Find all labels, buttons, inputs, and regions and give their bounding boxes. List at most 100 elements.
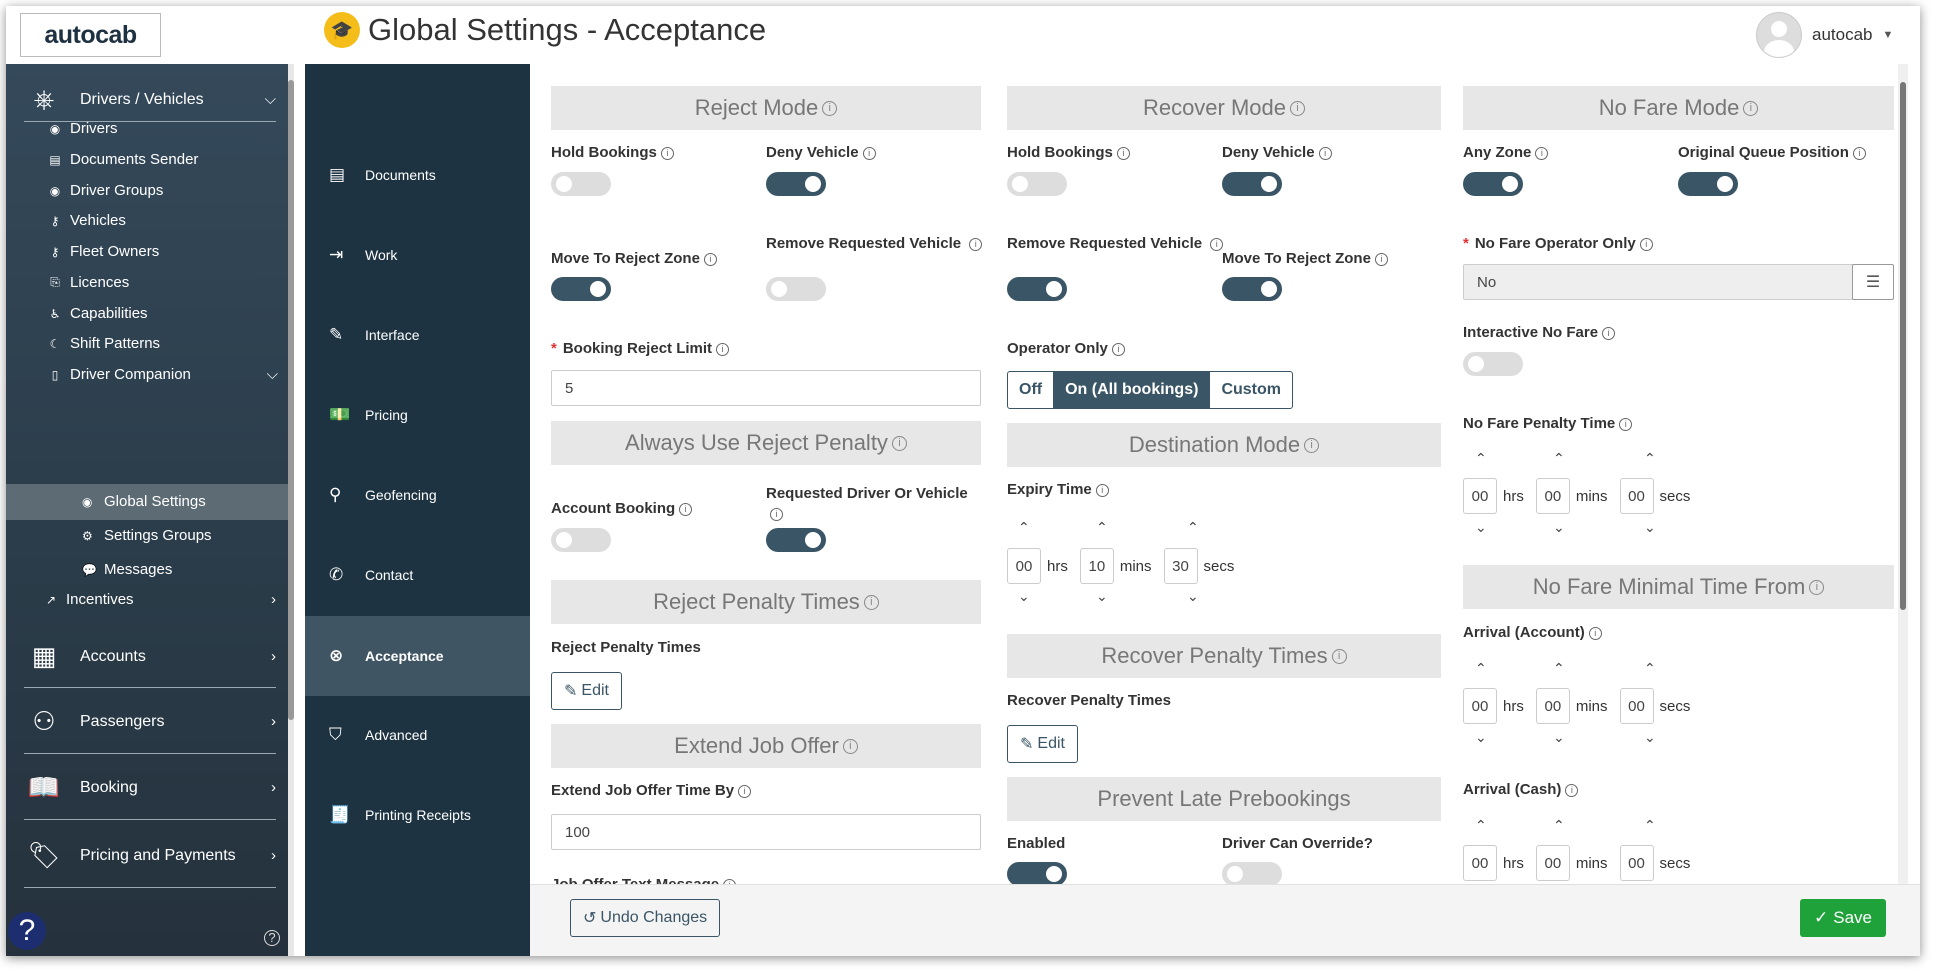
any-zone-toggle[interactable]	[1463, 172, 1523, 196]
account-booking-toggle[interactable]	[551, 528, 611, 552]
info-icon[interactable]: i	[842, 738, 858, 754]
info-icon[interactable]: i	[891, 435, 907, 451]
sidebar-item-documents-sender[interactable]: ▤ Documents Sender	[46, 151, 198, 168]
sidebar-item-drivers[interactable]: ◉ Drivers	[46, 120, 118, 137]
arrival-account-secs-down[interactable]: ⌄	[1644, 729, 1656, 746]
arrival-cash-secs-up[interactable]: ⌃	[1644, 817, 1656, 834]
info-icon[interactable]: i	[1304, 437, 1320, 453]
avatar[interactable]	[1756, 12, 1802, 58]
arrival-account-secs-up[interactable]: ⌃	[1644, 660, 1656, 677]
sidebar-item-passengers[interactable]: ⚇ Passengers ›	[24, 690, 276, 754]
chevron-right-icon[interactable]: ›	[271, 713, 276, 730]
recover-penalty-edit-button[interactable]: ✎ Edit	[1007, 725, 1078, 763]
expiry-secs-input[interactable]: 30	[1163, 548, 1198, 584]
info-icon[interactable]: i	[1290, 100, 1306, 116]
info-icon[interactable]: i	[1743, 100, 1759, 116]
info-icon[interactable]: i	[1374, 252, 1388, 266]
sidebar-item-driver-groups[interactable]: ◉ Driver Groups	[46, 182, 164, 199]
arrival-cash-hrs-up[interactable]: ⌃	[1475, 817, 1487, 834]
arrival-account-mins-up[interactable]: ⌃	[1553, 660, 1565, 677]
sidebar-item-capabilities[interactable]: ♿ Capabilities	[46, 305, 148, 322]
info-icon[interactable]: i	[738, 784, 752, 798]
recover-move-to-reject-zone-toggle[interactable]	[1222, 277, 1282, 301]
info-icon[interactable]: i	[1331, 648, 1347, 664]
arrival-account-hrs-input[interactable]: 00	[1463, 688, 1497, 724]
arrival-cash-mins-up[interactable]: ⌃	[1553, 817, 1565, 834]
info-icon[interactable]: i	[1116, 146, 1130, 160]
tab-contact[interactable]: ✆ Contact	[305, 536, 530, 614]
recover-remove-requested-vehicle-toggle[interactable]	[1007, 277, 1067, 301]
chevron-right-icon[interactable]: ›	[271, 648, 276, 665]
chevron-right-icon[interactable]: ›	[271, 779, 276, 796]
sidebar-item-settings-groups[interactable]: ⚙ Settings Groups	[82, 527, 212, 544]
nf-penalty-secs-input[interactable]: 00	[1619, 478, 1654, 514]
sidebar-item-messages[interactable]: 💬 Messages	[82, 561, 172, 578]
operator-only-on[interactable]: On (All bookings)	[1054, 372, 1211, 408]
user-menu[interactable]: autocab ▼	[1756, 12, 1893, 58]
expiry-hrs-input[interactable]: 00	[1007, 548, 1041, 584]
no-fare-operator-only-select[interactable]: No	[1463, 264, 1854, 300]
requested-driver-or-vehicle-toggle[interactable]	[766, 528, 826, 552]
expiry-hrs-up[interactable]: ⌃	[1018, 519, 1030, 536]
nf-penalty-secs-down[interactable]: ⌄	[1644, 519, 1656, 536]
reject-deny-vehicle-toggle[interactable]	[766, 172, 826, 196]
driver-can-override-toggle[interactable]	[1222, 862, 1282, 884]
arrival-account-mins-down[interactable]: ⌄	[1553, 729, 1565, 746]
arrival-account-hrs-up[interactable]: ⌃	[1475, 660, 1487, 677]
info-icon[interactable]: i	[1639, 237, 1653, 251]
expiry-mins-input[interactable]: 10	[1079, 548, 1114, 584]
sidebar-item-accounts[interactable]: ▦ Accounts ›	[24, 626, 276, 688]
question-icon[interactable]: ?	[264, 930, 280, 946]
expiry-mins-down[interactable]: ⌄	[1096, 588, 1108, 605]
autocab-logo[interactable]: autocab	[20, 13, 161, 57]
nf-penalty-hrs-up[interactable]: ⌃	[1475, 450, 1487, 467]
sidebar-item-drivers-vehicles[interactable]: ⎈ Drivers / Vehicles ⌵	[24, 78, 276, 122]
recover-deny-vehicle-toggle[interactable]	[1222, 172, 1282, 196]
tab-printing-receipts[interactable]: 🧾 Printing Receipts	[305, 776, 530, 854]
sidebar-scrollbar-thumb[interactable]	[288, 80, 294, 720]
info-icon[interactable]: i	[1095, 483, 1109, 497]
info-icon[interactable]: i	[822, 100, 838, 116]
nf-penalty-mins-up[interactable]: ⌃	[1553, 450, 1565, 467]
nf-penalty-secs-up[interactable]: ⌃	[1644, 450, 1656, 467]
original-queue-position-toggle[interactable]	[1678, 172, 1738, 196]
reject-move-to-reject-zone-toggle[interactable]	[551, 277, 611, 301]
tab-interface[interactable]: ✎ Interface	[305, 296, 530, 374]
info-icon[interactable]: i	[770, 507, 783, 521]
info-icon[interactable]: i	[1318, 146, 1332, 160]
info-icon[interactable]: i	[1809, 579, 1825, 595]
chevron-down-icon[interactable]: ⌵	[265, 91, 276, 108]
tab-advanced[interactable]: ⛉ Advanced	[305, 696, 530, 774]
nf-penalty-mins-input[interactable]: 00	[1535, 478, 1570, 514]
sidebar-scrollbar[interactable]	[288, 64, 294, 956]
info-icon[interactable]: i	[862, 146, 876, 160]
expiry-hrs-down[interactable]: ⌄	[1018, 588, 1030, 605]
operator-only-custom[interactable]: Custom	[1210, 372, 1292, 408]
info-icon[interactable]: i	[1111, 342, 1125, 356]
info-icon[interactable]: i	[969, 237, 983, 251]
expiry-secs-down[interactable]: ⌄	[1187, 588, 1199, 605]
sidebar-item-vehicles[interactable]: ⚷ Vehicles	[46, 212, 126, 229]
sidebar-item-fleet-owners[interactable]: ⚷ Fleet Owners	[46, 243, 160, 260]
chevron-right-icon[interactable]: ›	[271, 847, 276, 864]
sidebar-item-incentives[interactable]: ↗ Incentives ›	[42, 591, 276, 608]
info-icon[interactable]: i	[1535, 146, 1549, 160]
nf-penalty-hrs-down[interactable]: ⌄	[1475, 519, 1487, 536]
arrival-account-hrs-down[interactable]: ⌄	[1475, 729, 1487, 746]
arrival-account-secs-input[interactable]: 00	[1619, 688, 1654, 724]
tab-work[interactable]: ⇥ Work	[305, 216, 530, 294]
arrival-cash-hrs-input[interactable]: 00	[1463, 845, 1497, 881]
help-button[interactable]: ?	[8, 912, 46, 950]
tab-acceptance[interactable]: ⊗ Acceptance	[305, 616, 530, 696]
sidebar-item-licences[interactable]: ⎘ Licences	[46, 274, 129, 291]
tab-pricing[interactable]: 💵 Pricing	[305, 376, 530, 454]
sidebar-item-pricing-and-payments[interactable]: 🏷 Pricing and Payments ›	[24, 824, 276, 888]
info-icon[interactable]: i	[1619, 417, 1633, 431]
tab-geofencing[interactable]: ⚲ Geofencing	[305, 456, 530, 534]
info-icon[interactable]: i	[1565, 783, 1579, 797]
info-icon[interactable]: i	[1588, 626, 1602, 640]
info-icon[interactable]: i	[660, 146, 674, 160]
main-scrollbar[interactable]	[1898, 64, 1908, 884]
chevron-right-icon[interactable]: ›	[271, 591, 276, 608]
sidebar-item-shift-patterns[interactable]: ☾ Shift Patterns	[46, 335, 160, 352]
